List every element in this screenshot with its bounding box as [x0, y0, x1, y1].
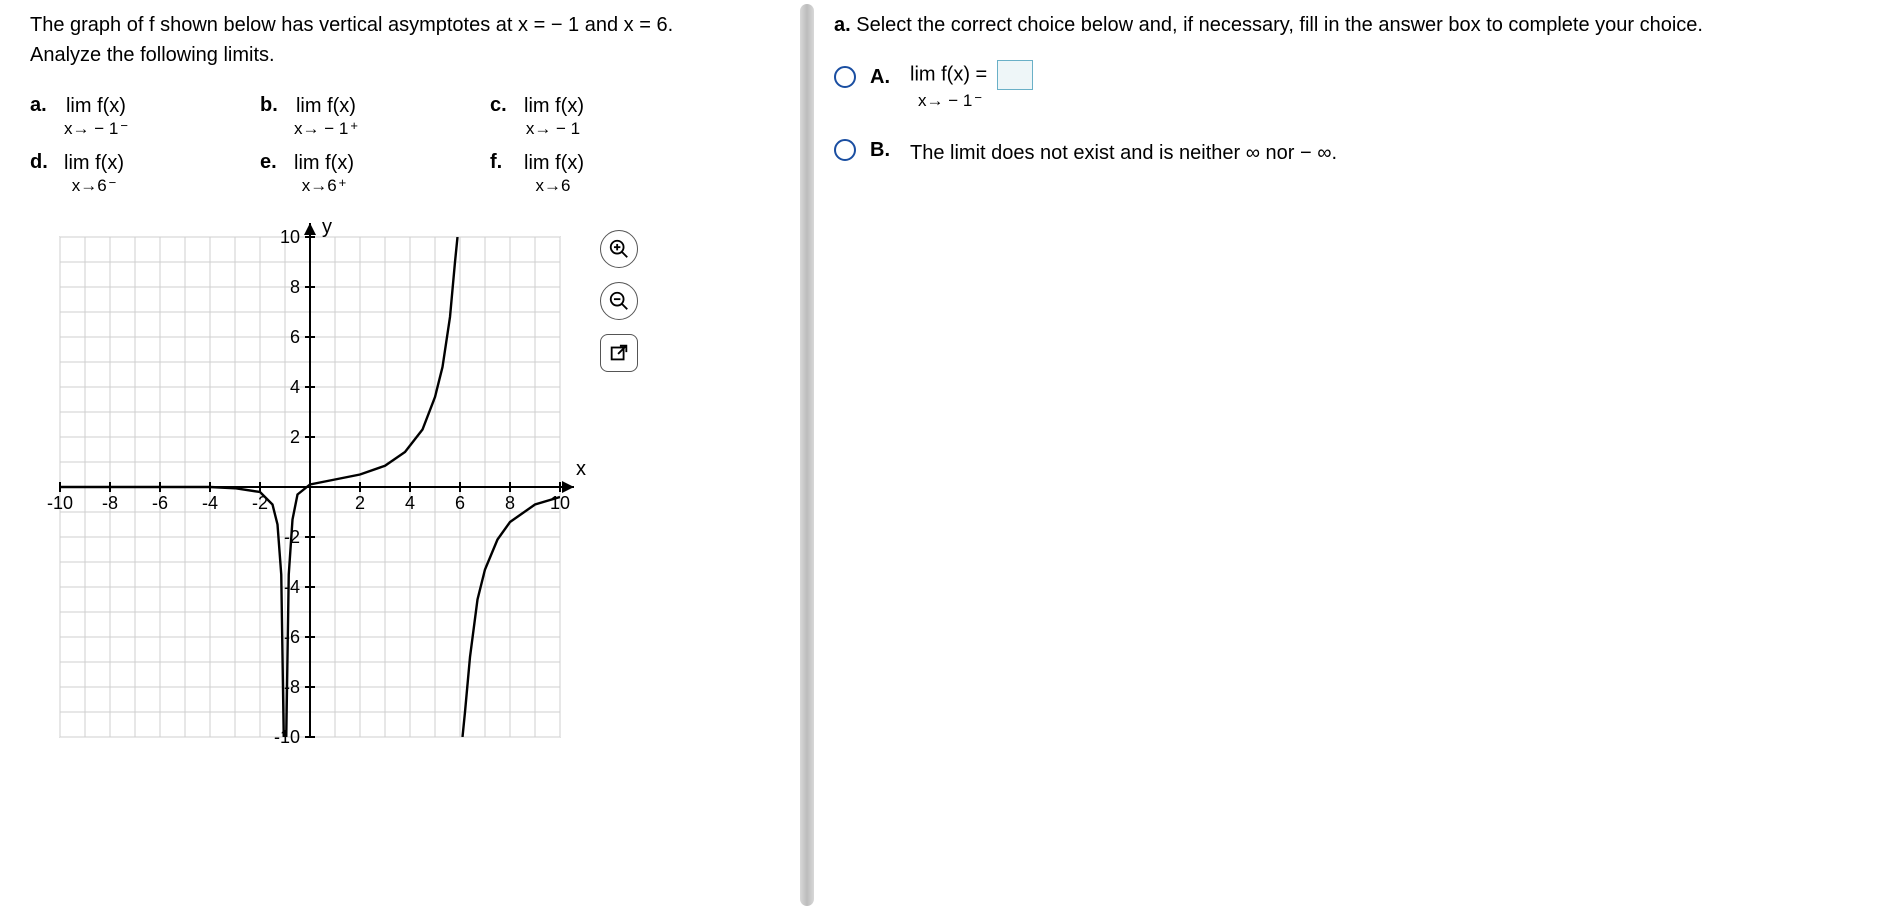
graph-svg: -10-8-6-4-2246810-10-8-6-4-2246810xy: [30, 207, 590, 767]
svg-text:4: 4: [405, 493, 415, 513]
choice-a-body: lim f(x) = x→ − 1−: [910, 60, 1866, 111]
answer-prompt: a. Select the correct choice below and, …: [834, 10, 1866, 40]
open-graph-button[interactable]: [600, 334, 638, 372]
svg-text:-4: -4: [284, 577, 300, 597]
svg-text:10: 10: [280, 227, 300, 247]
svg-text:x: x: [576, 458, 586, 480]
graph-controls: [600, 230, 638, 372]
svg-text:-8: -8: [102, 493, 118, 513]
graph-plot: -10-8-6-4-2246810-10-8-6-4-2246810xy: [30, 207, 590, 767]
answer-prompt-text: Select the correct choice below and, if …: [856, 14, 1703, 36]
problem-line-1: The graph of f shown below has vertical …: [30, 10, 780, 40]
svg-text:8: 8: [505, 493, 515, 513]
radio-a[interactable]: [834, 66, 856, 88]
limits-list: a. lim f(x) x→ − 1− b. lim f(x) x→ − 1+ …: [30, 94, 780, 197]
choice-a-limit: lim f(x) = x→ − 1−: [910, 60, 1033, 111]
limit-label: b.: [260, 94, 284, 117]
choice-b[interactable]: B. The limit does not exist and is neith…: [834, 133, 1866, 167]
question-panel: The graph of f shown below has vertical …: [0, 0, 800, 910]
choice-a[interactable]: A. lim f(x) = x→ − 1−: [834, 60, 1866, 111]
limit-expression: lim f(x) x→6+: [294, 151, 354, 196]
limit-a: a. lim f(x) x→ − 1−: [30, 94, 260, 139]
answer-panel: a. Select the correct choice below and, …: [814, 0, 1896, 910]
problem-line-2: Analyze the following limits.: [30, 40, 780, 70]
svg-text:10: 10: [550, 493, 570, 513]
answer-part-label: a.: [834, 14, 851, 36]
limit-b: b. lim f(x) x→ − 1+: [260, 94, 490, 139]
panel-divider[interactable]: [800, 4, 814, 906]
zoom-in-icon: [608, 238, 630, 260]
choice-b-text: The limit does not exist and is neither …: [910, 139, 1337, 167]
limit-label: e.: [260, 151, 284, 174]
limit-label: c.: [490, 94, 514, 117]
limit-d: d. lim f(x) x→6−: [30, 151, 260, 196]
svg-text:-6: -6: [152, 493, 168, 513]
answer-input-box[interactable]: [997, 60, 1033, 90]
svg-text:2: 2: [290, 427, 300, 447]
svg-text:4: 4: [290, 377, 300, 397]
limit-expression: lim f(x) x→ − 1+: [294, 94, 358, 139]
limit-label: f.: [490, 151, 514, 174]
choice-label: A.: [870, 66, 896, 89]
open-external-icon: [608, 342, 630, 364]
limit-label: d.: [30, 151, 54, 174]
svg-text:-4: -4: [202, 493, 218, 513]
limit-expression: lim f(x) x→ − 1: [524, 94, 584, 139]
radio-b[interactable]: [834, 139, 856, 161]
svg-text:6: 6: [290, 327, 300, 347]
limit-label: a.: [30, 94, 54, 117]
limit-expression: lim f(x) x→6: [524, 151, 584, 196]
zoom-out-button[interactable]: [600, 282, 638, 320]
zoom-out-icon: [608, 290, 630, 312]
limit-expression: lim f(x) x→6−: [64, 151, 124, 196]
svg-text:-6: -6: [284, 627, 300, 647]
svg-text:y: y: [322, 216, 332, 238]
limit-e: e. lim f(x) x→6+: [260, 151, 490, 196]
svg-text:2: 2: [355, 493, 365, 513]
svg-text:-10: -10: [47, 493, 73, 513]
limit-expression: lim f(x) x→ − 1−: [64, 94, 128, 139]
choice-label: B.: [870, 139, 896, 162]
svg-text:8: 8: [290, 277, 300, 297]
svg-text:6: 6: [455, 493, 465, 513]
zoom-in-button[interactable]: [600, 230, 638, 268]
limit-c: c. lim f(x) x→ − 1: [490, 94, 720, 139]
problem-statement: The graph of f shown below has vertical …: [30, 10, 780, 70]
limit-f: f. lim f(x) x→6: [490, 151, 720, 196]
